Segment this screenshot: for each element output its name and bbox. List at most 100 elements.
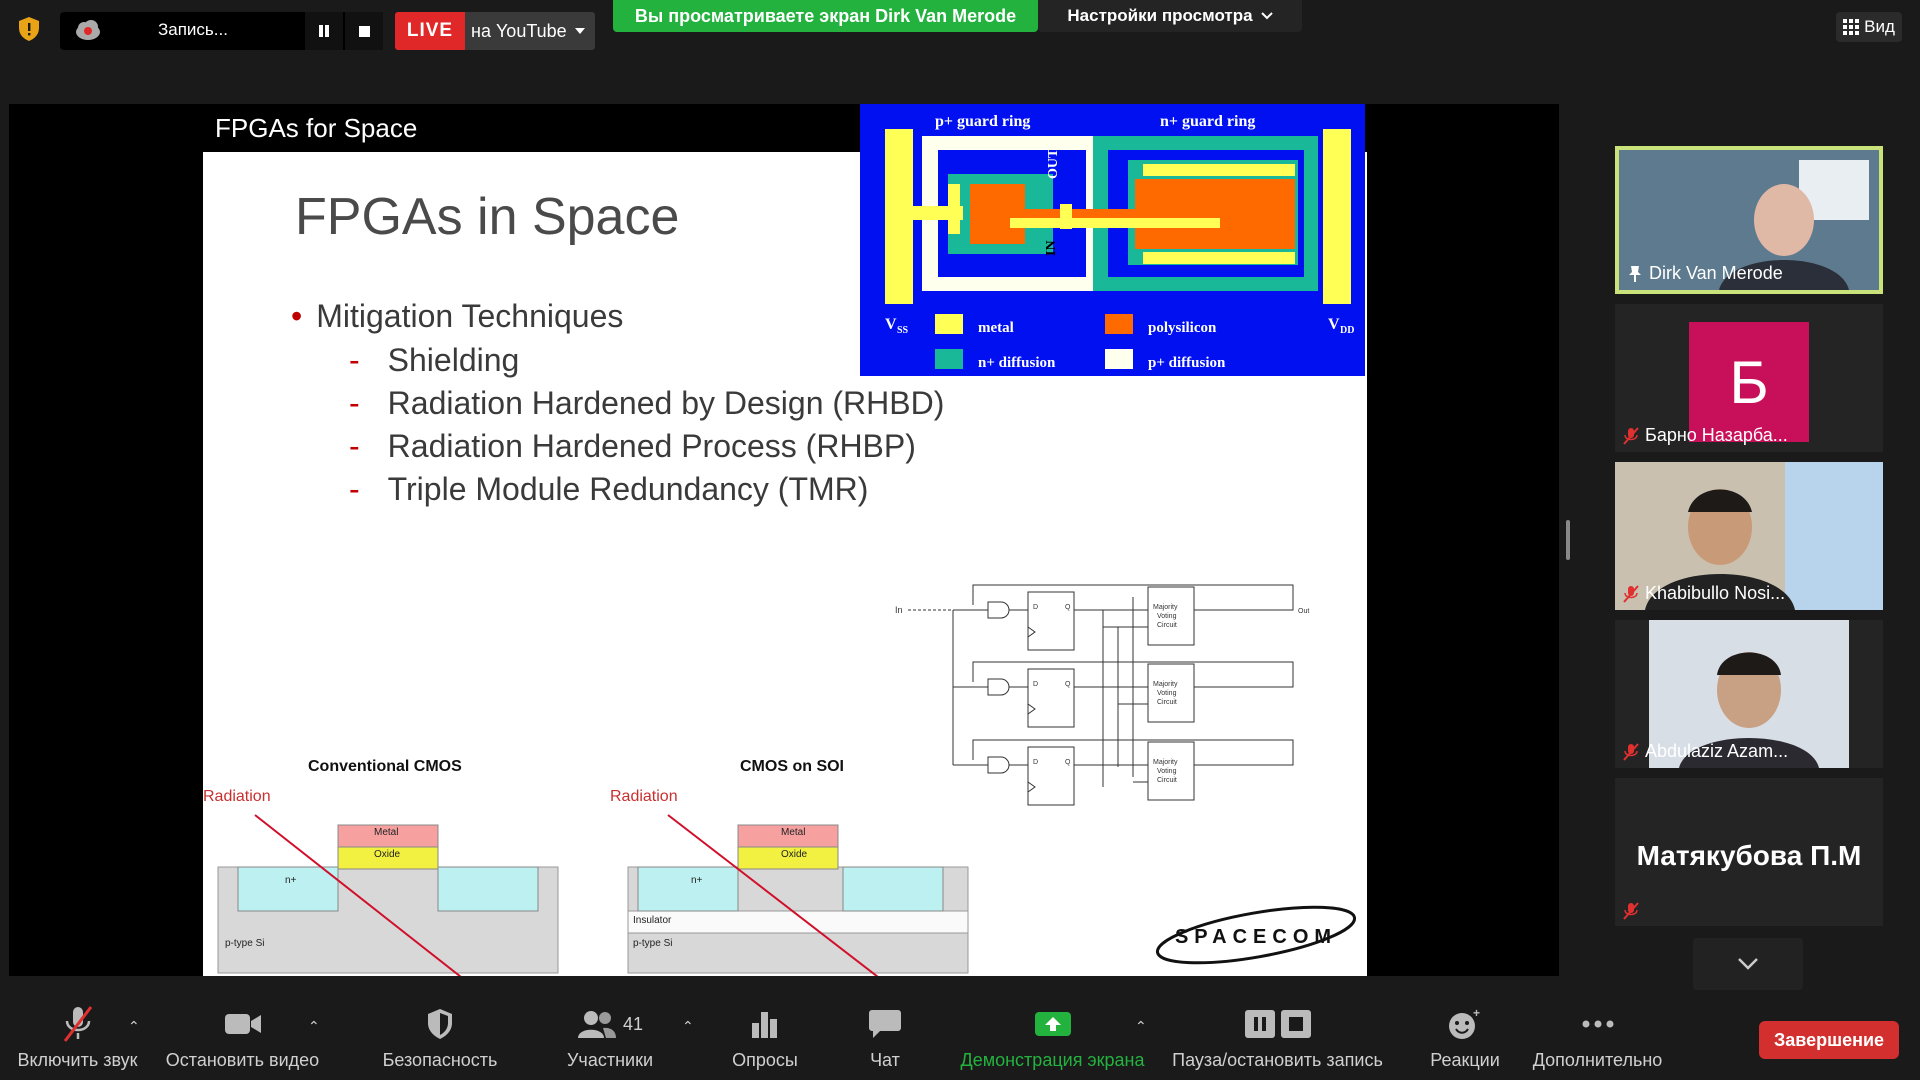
tmr-q-label: Q (1065, 759, 1071, 766)
polls-button[interactable]: Опросы (715, 1004, 815, 1071)
nplus-label: n+ (691, 875, 703, 886)
stop-icon (1280, 1010, 1311, 1038)
chat-button[interactable]: Чат (835, 1004, 935, 1071)
unmute-label: Включить звук (17, 1050, 138, 1070)
vss-label: V (885, 316, 897, 333)
sub-bullet: - Radiation Hardened Process (RHBP) (349, 428, 916, 464)
participant-mic-status (1623, 902, 1639, 920)
voter-label: Voting (1157, 690, 1177, 697)
security-shield-icon[interactable] (14, 14, 44, 44)
tmr-d-label: D (1033, 759, 1038, 766)
participant-tile[interactable]: Б Барно Назарба... (1615, 304, 1883, 452)
view-button[interactable]: Вид (1836, 12, 1902, 42)
sub-bullet: - Shielding (349, 342, 520, 378)
cloud-recording-icon (76, 20, 100, 40)
viewing-banner: Вы просматриваете экран Dirk Van Merode (613, 0, 1038, 32)
unmute-button[interactable]: Включить звук (10, 1004, 145, 1071)
more-button[interactable]: Дополнительно (1530, 1004, 1665, 1071)
scroll-participants-button[interactable] (1693, 938, 1803, 990)
slide-title: FPGAs in Space (295, 188, 680, 246)
youtube-dropdown[interactable]: на YouTube (465, 12, 595, 50)
participant-name: Барно Назарба... (1623, 425, 1788, 446)
bullet-main: • Mitigation Techniques (291, 298, 624, 334)
participant-name: Khabibullo Nosi... (1623, 583, 1785, 604)
participants-button[interactable]: 41 Участники (550, 1004, 670, 1071)
vdd-label: V (1328, 316, 1340, 333)
mic-off-icon (1623, 742, 1639, 761)
nplus-label: n+ (285, 875, 297, 886)
cmos-soi-title: CMOS on SOI (740, 758, 844, 775)
voter-label: Circuit (1157, 622, 1177, 629)
participant-tile[interactable]: Dirk Van Merode (1615, 146, 1883, 294)
reactions-button[interactable]: + Реакции (1405, 1004, 1525, 1071)
legend-metal: metal (978, 320, 1014, 336)
mic-off-icon (1623, 902, 1639, 920)
participant-name: Dirk Van Merode (1627, 263, 1783, 284)
grid-icon (1843, 19, 1860, 35)
oxide-label: Oxide (374, 849, 401, 860)
ndiff-swatch (935, 349, 963, 369)
mic-muted-icon (63, 1006, 92, 1042)
voter-label: Majority (1153, 759, 1178, 766)
view-settings-dropdown[interactable]: Настройки просмотра (1038, 0, 1302, 32)
guard-ring-diagram: p+ guard ring n+ guard ring OUT IN V SS … (860, 104, 1365, 376)
legend-ndiff: n+ diffusion (978, 355, 1056, 371)
pause-recording-button[interactable] (305, 12, 343, 50)
tmr-q-label: Q (1065, 681, 1071, 688)
mic-off-icon (1623, 426, 1639, 445)
tmr-d-label: D (1033, 681, 1038, 688)
tmr-d-label: D (1033, 604, 1038, 611)
insulator-label: Insulator (633, 915, 672, 926)
pause-record-button[interactable]: Пауза/остановить запись (1165, 1004, 1390, 1071)
video-options-caret[interactable]: ⌃ (308, 1018, 320, 1035)
participant-name-display: Матякубова П.М (1636, 840, 1862, 871)
voter-label: Majority (1153, 604, 1178, 611)
in-label: IN (1044, 240, 1059, 256)
chevron-down-icon (1260, 12, 1273, 20)
split-handle[interactable] (1566, 520, 1570, 560)
mic-off-icon (1623, 584, 1639, 603)
radiation-label: Radiation (610, 788, 678, 805)
recording-label: Запись... (158, 20, 228, 39)
share-screen-arrow-icon (1034, 1012, 1071, 1036)
participant-tile[interactable]: Abdulaziz Azam... (1615, 620, 1883, 768)
tmr-module (953, 739, 1294, 806)
share-screen-button[interactable]: Демонстрация экрана (955, 1004, 1150, 1071)
chat-label: Чат (870, 1050, 900, 1070)
n-guard-label: n+ guard ring (1160, 113, 1255, 130)
end-meeting-button[interactable]: Завершение (1759, 1021, 1899, 1059)
tmr-out-label: Out (1298, 608, 1309, 615)
metal-label: Metal (781, 827, 806, 838)
tmr-module (953, 584, 1294, 651)
participants-options-caret[interactable]: ⌃ (682, 1018, 694, 1035)
ptype-label: p-type Si (225, 938, 265, 949)
vdd-subscript: DD (1340, 325, 1354, 336)
tmr-module (953, 661, 1294, 728)
stop-recording-button[interactable] (345, 12, 383, 50)
spacecom-logo: SPACECOM (1155, 905, 1357, 965)
audio-options-caret[interactable]: ⌃ (128, 1018, 140, 1035)
oxide-label: Oxide (781, 849, 808, 860)
polysilicon-swatch (1105, 314, 1133, 334)
polls-bar-chart-icon (752, 1012, 777, 1038)
share-options-caret[interactable]: ⌃ (1135, 1018, 1147, 1035)
avatar: Б (1689, 322, 1809, 442)
tmr-crossbar (1102, 597, 1148, 787)
svg-text:+: + (1473, 1007, 1480, 1020)
radiation-label: Radiation (203, 788, 271, 805)
legend-polysilicon: polysilicon (1148, 320, 1217, 336)
pin-icon (1629, 265, 1641, 282)
vss-subscript: SS (897, 325, 909, 336)
security-button[interactable]: Безопасность (370, 1004, 510, 1071)
video-camera-icon (224, 1014, 261, 1034)
reactions-label: Реакции (1430, 1050, 1500, 1070)
stop-video-button[interactable]: Остановить видео (160, 1004, 325, 1071)
participant-tile[interactable]: Khabibullo Nosi... (1615, 462, 1883, 610)
pdiff-swatch (1105, 349, 1133, 369)
sub-bullet: - Triple Module Redundancy (TMR) (349, 471, 869, 507)
participant-tile[interactable]: Матякубова П.М (1615, 778, 1883, 926)
voter-label: Circuit (1157, 699, 1177, 706)
stop-icon (358, 25, 370, 37)
voter-label: Voting (1157, 768, 1177, 775)
participants-icon (577, 1011, 616, 1038)
